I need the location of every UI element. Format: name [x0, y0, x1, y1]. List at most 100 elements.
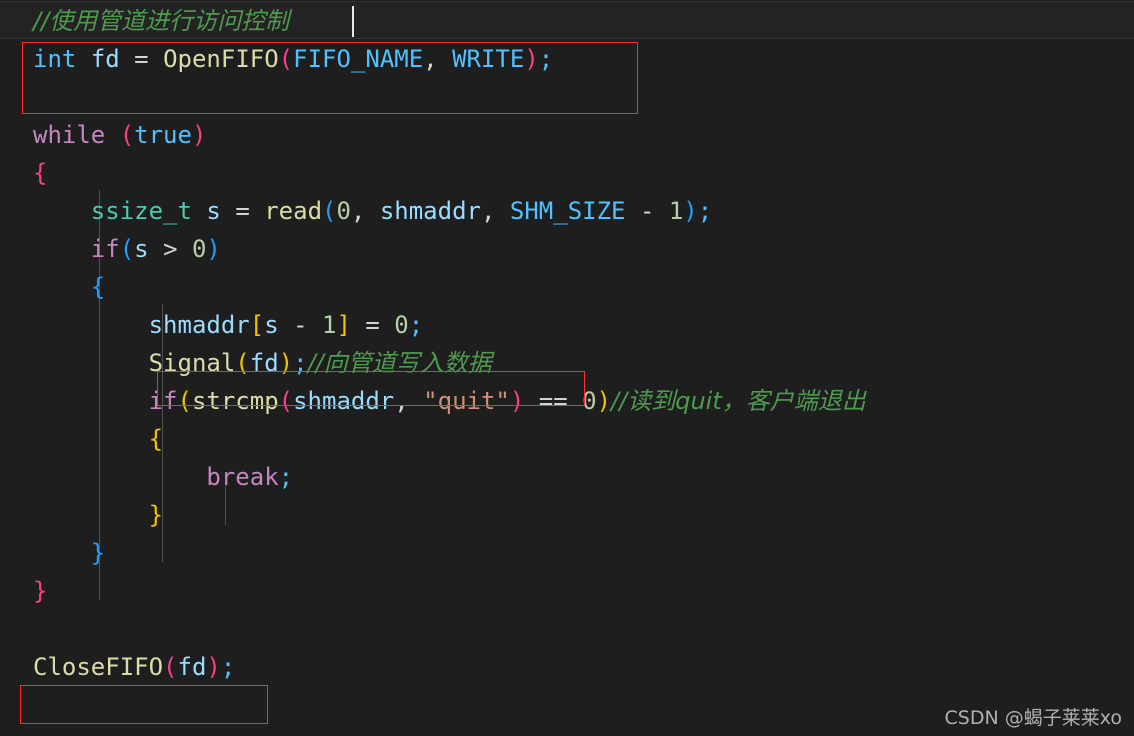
- token-fn: OpenFIFO: [163, 45, 279, 73]
- text-caret: [352, 6, 354, 37]
- token-op: [33, 197, 91, 225]
- csdn-watermark: CSDN @蝎子莱莱xo: [944, 707, 1123, 729]
- code-line[interactable]: int fd = OpenFIFO(FIFO_NAME, WRITE);: [0, 40, 1134, 78]
- token-br1: (: [278, 387, 294, 415]
- code-line[interactable]: if(s > 0): [0, 230, 1134, 268]
- token-var: fd: [249, 349, 279, 377]
- token-fn: Signal: [148, 349, 236, 377]
- token-op: [654, 197, 668, 225]
- code-line[interactable]: ssize_t s = read(0, shmaddr, SHM_SIZE - …: [0, 192, 1134, 230]
- token-op: [380, 311, 394, 339]
- token-op: -: [293, 311, 308, 339]
- token-op: [33, 235, 91, 263]
- token-op: [279, 311, 293, 339]
- token-br1: ): [206, 653, 221, 681]
- code-line[interactable]: [0, 610, 1134, 648]
- token-num: 0: [582, 387, 597, 415]
- token-op: [149, 45, 163, 73]
- token-brk: break: [206, 463, 279, 491]
- token-kw: while: [33, 121, 106, 149]
- token-comment: //读到quit，客户端退出: [611, 387, 866, 415]
- token-op: =: [235, 197, 250, 225]
- token-kw: if: [148, 387, 178, 415]
- token-op: [149, 235, 163, 263]
- token-op: [33, 387, 149, 415]
- code-line[interactable]: if(strcmp(shmaddr, "quit") == 0)//读到quit…: [0, 382, 1134, 420]
- token-op: [33, 463, 206, 491]
- token-var: s: [206, 197, 221, 225]
- code-editor[interactable]: //使用管道进行访问控制 int fd = OpenFIFO(FIFO_NAME,…: [0, 0, 1134, 736]
- token-br1: ): [191, 121, 207, 149]
- code-line[interactable]: while (true): [0, 116, 1134, 154]
- token-op: [33, 539, 91, 567]
- token-op: ,: [423, 45, 438, 73]
- token-op: [250, 197, 264, 225]
- token-op: ,: [394, 387, 409, 415]
- token-op: [409, 387, 423, 415]
- token-type: int: [33, 45, 77, 73]
- token-fn: strcmp: [191, 387, 279, 415]
- token-op: [33, 273, 91, 301]
- token-br1: }: [33, 577, 48, 605]
- code-line[interactable]: [0, 78, 1134, 116]
- token-op: [221, 197, 235, 225]
- token-var: shmaddr: [148, 311, 250, 339]
- code-line[interactable]: {: [0, 420, 1134, 458]
- token-br2: ): [683, 197, 698, 225]
- token-op: >: [163, 235, 178, 263]
- code-line[interactable]: }: [0, 534, 1134, 572]
- token-br3: [: [249, 311, 265, 339]
- token-br1: ): [524, 45, 539, 73]
- token-op: [33, 311, 149, 339]
- closefifo-highlight-box: [20, 685, 268, 724]
- token-br2: (: [322, 197, 337, 225]
- token-br1: (: [163, 653, 178, 681]
- code-line[interactable]: shmaddr[s - 1] = 0;: [0, 306, 1134, 344]
- token-op: [365, 197, 379, 225]
- token-br1: {: [33, 159, 48, 187]
- token-op: [33, 501, 149, 529]
- token-str: "quit": [423, 387, 510, 415]
- token-br3: ): [596, 387, 612, 415]
- token-var: s: [264, 311, 279, 339]
- token-semi: ;: [220, 653, 236, 681]
- token-comment: //向管道写入数据: [307, 349, 492, 377]
- code-line[interactable]: {: [0, 154, 1134, 192]
- token-var: shmaddr: [379, 197, 481, 225]
- token-br3: ): [278, 349, 294, 377]
- code-line[interactable]: //使用管道进行访问控制: [0, 2, 1134, 40]
- token-br1: (: [119, 121, 135, 149]
- token-op: [33, 349, 149, 377]
- token-const: FIFO_NAME: [293, 45, 424, 73]
- token-const: true: [134, 121, 192, 149]
- token-br1: (: [278, 45, 294, 73]
- code-line[interactable]: }: [0, 572, 1134, 610]
- token-op: [625, 197, 639, 225]
- token-br3: {: [148, 425, 164, 453]
- token-op: [105, 121, 119, 149]
- code-line[interactable]: Signal(fd);//向管道写入数据: [0, 344, 1134, 382]
- token-br3: }: [148, 501, 164, 529]
- token-semi: ;: [538, 45, 554, 73]
- token-kw: if: [90, 235, 120, 263]
- token-op: [351, 311, 365, 339]
- token-op: [120, 45, 134, 73]
- code-line[interactable]: {: [0, 268, 1134, 306]
- token-semi: ;: [697, 197, 713, 225]
- token-br1: ): [509, 387, 525, 415]
- token-op: [524, 387, 538, 415]
- token-num: 0: [191, 235, 207, 263]
- token-br3: (: [235, 349, 250, 377]
- token-fn: read: [264, 197, 323, 225]
- token-comment: //使用管道进行访问控制: [33, 7, 290, 35]
- code-line[interactable]: CloseFIFO(fd);: [0, 648, 1134, 686]
- token-var: s: [134, 235, 149, 263]
- token-op: [495, 197, 509, 225]
- token-br3: (: [177, 387, 192, 415]
- token-op: [192, 197, 206, 225]
- token-num: 1: [668, 197, 684, 225]
- token-var: fd: [177, 653, 207, 681]
- token-fn: CloseFIFO: [33, 653, 164, 681]
- code-line[interactable]: break;: [0, 458, 1134, 496]
- code-line[interactable]: }: [0, 496, 1134, 534]
